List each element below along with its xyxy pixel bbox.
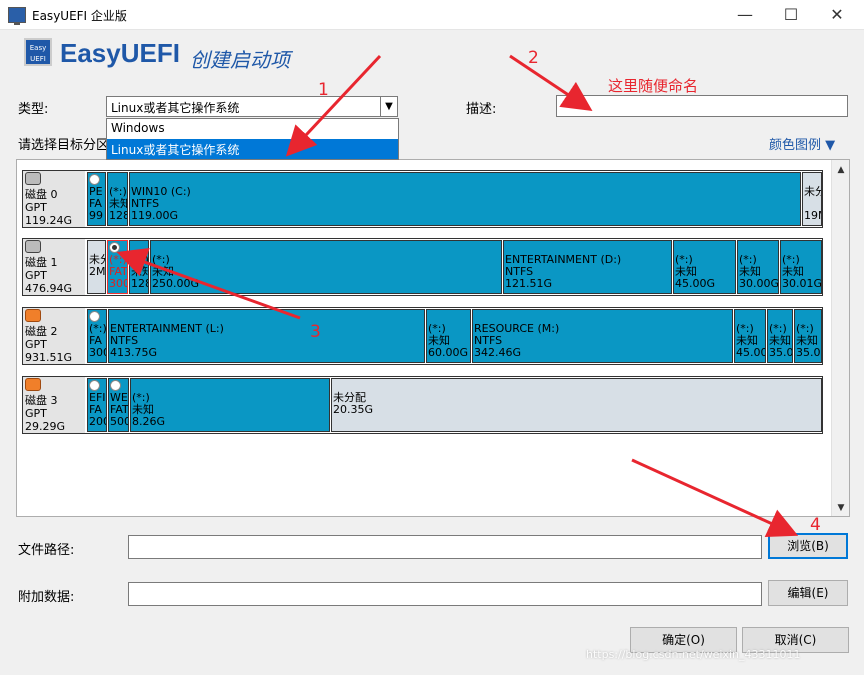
arrow-4: [631, 458, 799, 537]
annotation-note: 这里随便命名: [608, 77, 699, 95]
annotation-number-1: 1: [318, 80, 329, 100]
watermark: https://blog.csdn.net/weixin_43311011: [586, 648, 801, 661]
annotation-arrows: [116, 54, 799, 537]
arrow-3: [116, 247, 301, 320]
annotation-number-3: 3: [310, 322, 321, 342]
arrow-1: [285, 54, 382, 157]
annotation-number-4: 4: [810, 515, 821, 535]
arrow-2: [509, 54, 593, 111]
annotation-number-2: 2: [528, 48, 539, 68]
